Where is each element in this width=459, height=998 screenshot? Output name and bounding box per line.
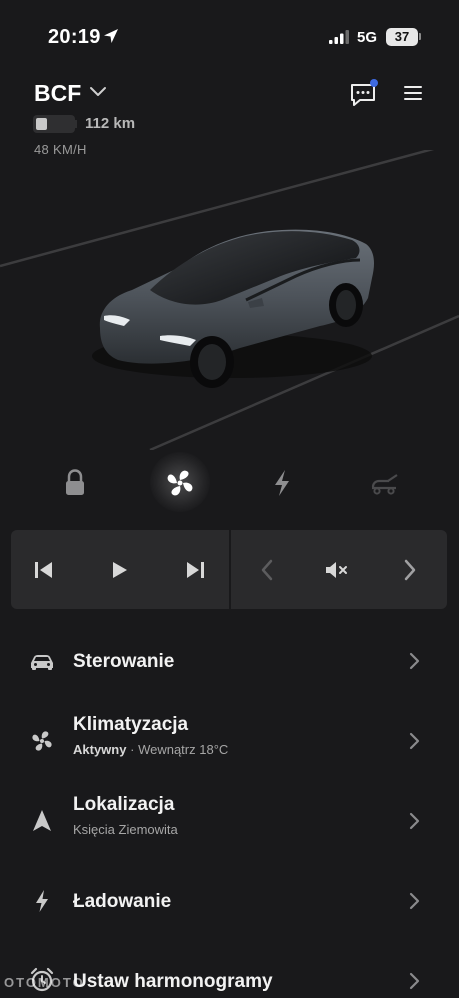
network-label: 5G [357, 29, 378, 46]
frunk-icon [371, 474, 398, 495]
car-icon [31, 655, 53, 670]
chevron-right-icon [409, 812, 420, 830]
navigation-arrow-icon [33, 810, 51, 831]
car-battery-fill [36, 118, 47, 130]
climate-status: Aktywny [73, 742, 127, 757]
range-value: 112 km [85, 115, 136, 132]
phone-battery-badge: 37 [386, 28, 418, 46]
chevron-right-icon [409, 892, 420, 910]
next-track-icon [187, 561, 204, 578]
location-arrow-icon [104, 29, 118, 43]
watermark: OTOMOTO [4, 975, 85, 990]
play-icon [113, 561, 127, 578]
climate-detail: Wewnątrz 18°C [138, 742, 229, 757]
menu-item-climate[interactable]: Klimatyzacja Aktywny · Wewnątrz 18°C [0, 706, 459, 776]
menu-item-subtitle: Księcia Ziemowita [73, 822, 178, 837]
mute-button[interactable] [312, 530, 362, 609]
menu-item-location[interactable]: Lokalizacja Księcia Ziemowita [0, 786, 459, 856]
fan-icon [32, 731, 52, 751]
menu-item-title: Ładowanie [73, 891, 172, 912]
bolt-icon[interactable] [262, 463, 302, 503]
status-bar: 20:19 5G 37 [0, 0, 459, 72]
hamburger-menu-icon[interactable] [403, 85, 423, 101]
chevron-right-icon [409, 732, 420, 750]
source-previous-button[interactable] [242, 530, 292, 609]
chevron-right-icon [409, 972, 420, 990]
bolt-icon [36, 890, 48, 912]
car-battery-icon [33, 115, 75, 133]
notification-dot [370, 79, 378, 87]
chevron-right-icon [409, 652, 420, 670]
media-player [11, 530, 447, 609]
menu-item-subtitle: Aktywny · Wewnątrz 18°C [73, 742, 228, 757]
mute-icon [326, 561, 347, 578]
cellular-signal-icon [329, 30, 349, 44]
car-name[interactable]: BCF [34, 80, 81, 107]
fan-icon[interactable] [160, 463, 200, 503]
status-time: 20:19 [48, 26, 101, 48]
car-image [0, 150, 459, 450]
media-divider [229, 530, 231, 609]
source-previous-icon [261, 559, 273, 580]
phone-battery-cap [419, 33, 421, 40]
source-next-button[interactable] [385, 530, 435, 609]
previous-track-button[interactable] [19, 530, 69, 609]
next-track-button[interactable] [170, 530, 220, 609]
source-next-icon [404, 559, 416, 580]
subtitle-separator: · [130, 742, 135, 757]
chevron-down-icon[interactable] [89, 86, 107, 98]
menu-item-schedule[interactable]: Ustaw harmonogramy [0, 946, 459, 998]
menu-item-title: Lokalizacja [73, 794, 175, 815]
menu-item-title: Klimatyzacja [73, 714, 189, 735]
previous-track-icon [35, 561, 52, 578]
menu-item-controls[interactable]: Sterowanie [0, 626, 459, 696]
car-battery-cap [75, 120, 77, 128]
menu-item-charging[interactable]: Ładowanie [0, 866, 459, 936]
lock-icon[interactable] [55, 463, 95, 503]
menu-item-title: Sterowanie [73, 651, 175, 672]
menu-item-title: Ustaw harmonogramy [73, 971, 273, 992]
play-button[interactable] [94, 530, 144, 609]
